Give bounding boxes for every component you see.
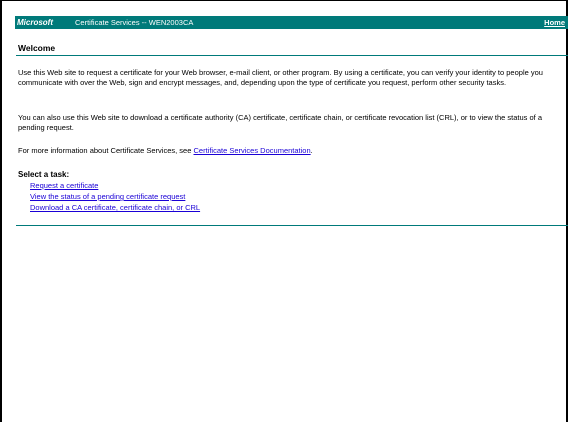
more-info-paragraph: For more information about Certificate S…: [18, 146, 566, 156]
header-bar: Microsoft Certificate Services -- WEN200…: [15, 16, 568, 29]
task-heading: Select a task:: [18, 170, 70, 179]
brand-logo: Microsoft: [17, 18, 53, 27]
more-info-prefix: For more information about Certificate S…: [18, 146, 194, 155]
request-certificate-link[interactable]: Request a certificate: [30, 180, 200, 191]
task-list: Request a certificate View the status of…: [30, 180, 200, 213]
product-title: Certificate Services -- WEN2003CA: [75, 18, 194, 27]
view-pending-status-link[interactable]: View the status of a pending certificate…: [30, 191, 200, 202]
download-paragraph: You can also use this Web site to downlo…: [18, 113, 542, 132]
page-title: Welcome: [18, 43, 56, 53]
browser-page: Microsoft Certificate Services -- WEN200…: [0, 0, 568, 422]
home-link[interactable]: Home: [544, 16, 565, 29]
download-ca-certificate-link[interactable]: Download a CA certificate, certificate c…: [30, 202, 200, 213]
more-info-suffix: .: [310, 146, 313, 155]
footer-divider: [16, 225, 568, 226]
title-divider: [16, 55, 568, 56]
intro-paragraph: Use this Web site to request a certifica…: [18, 68, 543, 87]
documentation-link[interactable]: Certificate Services Documentation: [194, 146, 311, 155]
